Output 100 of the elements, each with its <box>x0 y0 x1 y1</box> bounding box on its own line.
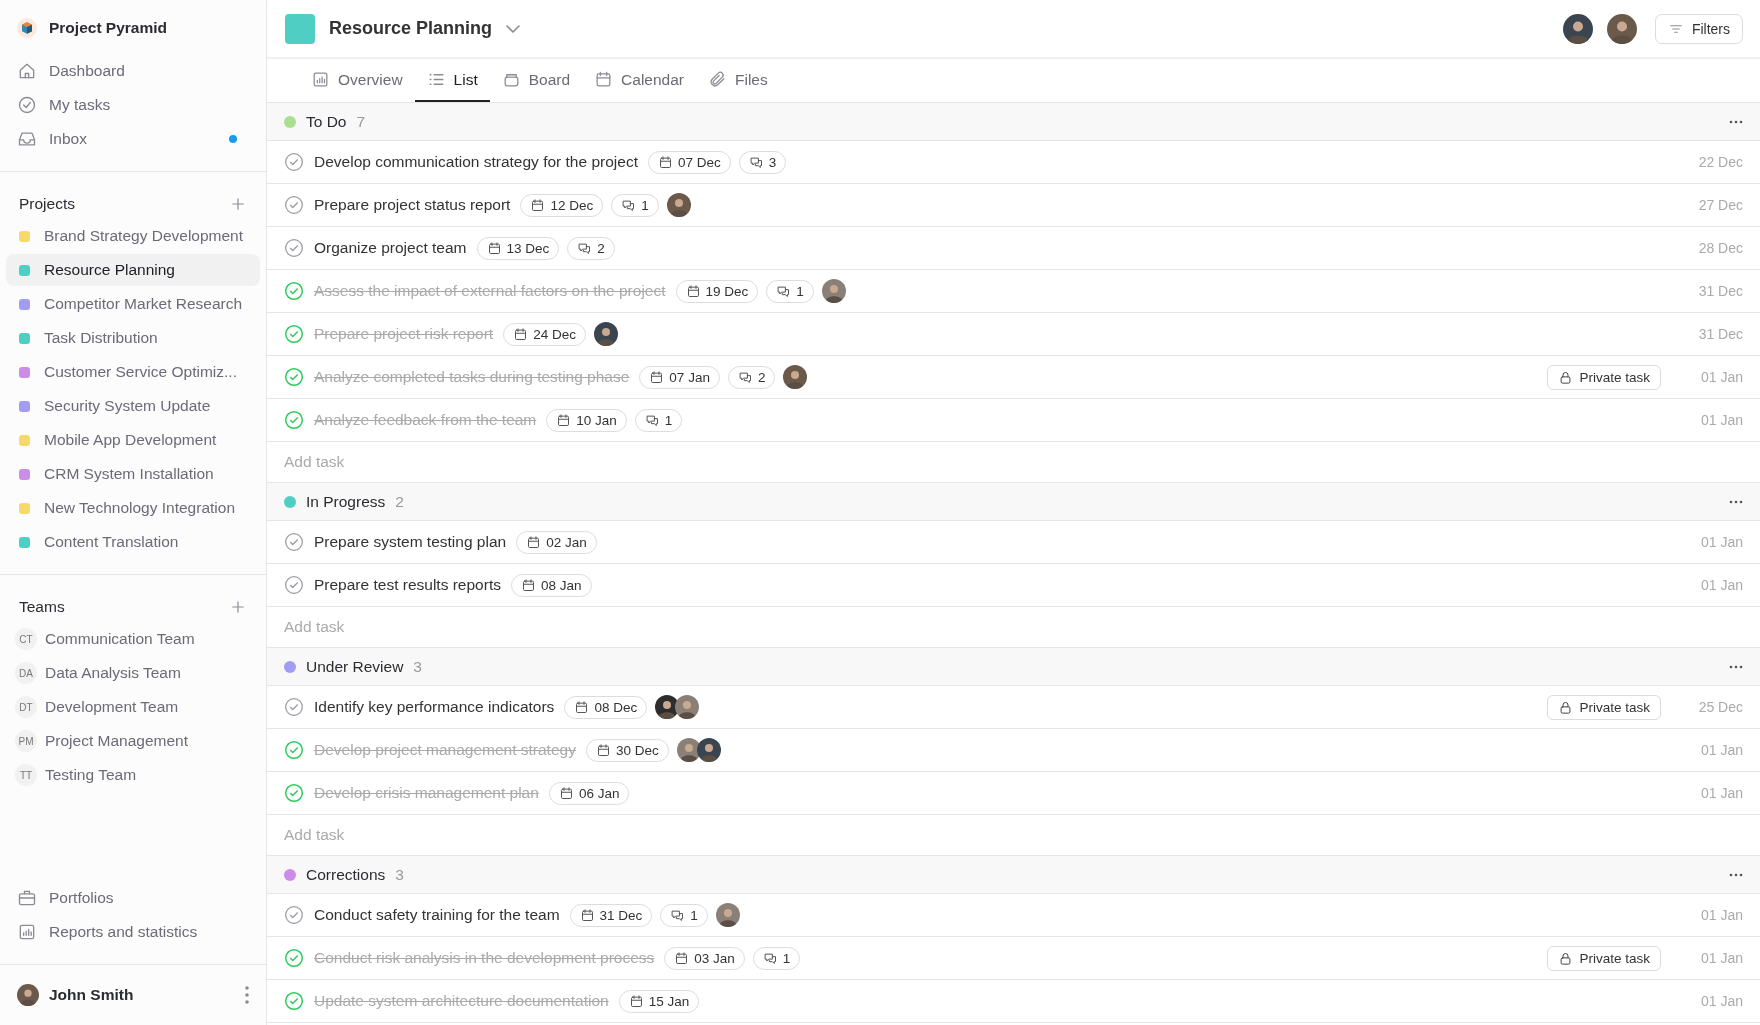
project-item[interactable]: Task Distribution <box>6 322 260 354</box>
checked-circle-icon[interactable] <box>284 948 304 968</box>
task-row[interactable]: Prepare project risk report 24 Dec 31 Dec <box>267 313 1760 356</box>
task-title: Identify key performance indicators <box>314 698 555 716</box>
calendar-icon <box>685 283 701 299</box>
project-title[interactable]: Resource Planning <box>329 18 493 39</box>
task-row[interactable]: Assess the impact of external factors on the project 19 Dec 1 31 Dec <box>267 270 1760 313</box>
private-task-badge: Private task <box>1547 364 1661 390</box>
checked-circle-icon[interactable] <box>284 367 304 387</box>
task-count: 3 <box>395 865 404 884</box>
avatar <box>675 695 700 719</box>
task-row[interactable]: Analyze feedback from the team 10 Jan 1 01 Jan <box>267 399 1760 442</box>
nav-item[interactable]: Dashboard <box>0 54 266 88</box>
more-icon[interactable] <box>1729 872 1743 877</box>
checked-circle-icon[interactable] <box>284 783 304 803</box>
avatar <box>676 738 701 762</box>
group-name: To Do <box>306 112 347 131</box>
calendar-icon <box>574 699 590 715</box>
plus-icon <box>229 195 247 213</box>
team-initials: TT <box>15 764 37 786</box>
checked-circle-icon[interactable] <box>284 281 304 301</box>
calendar-icon <box>579 907 595 923</box>
task-title: Prepare project risk report <box>314 325 494 343</box>
team-item[interactable]: Development Team <box>45 698 179 716</box>
task-title: Update system architecture documentation <box>314 992 609 1010</box>
project-item[interactable]: Customer Service Optimiz... <box>6 356 260 388</box>
task-date: 01 Jan <box>1699 907 1743 923</box>
tab[interactable]: Files <box>696 59 780 102</box>
task-row[interactable]: Conduct risk analysis in the development process 03 Jan 1 Private task 01 Jan <box>267 937 1760 980</box>
lock-icon <box>1558 950 1574 966</box>
task-row[interactable]: Develop crisis management plan 06 Jan 01 Jan <box>267 772 1760 815</box>
project-item[interactable]: Brand Strategy Development <box>6 220 260 252</box>
task-date: 01 Jan <box>1699 534 1743 550</box>
task-title: Conduct safety training for the team <box>314 906 560 924</box>
private-task-badge: Private task <box>1547 945 1661 971</box>
task-row[interactable]: Prepare project status report 12 Dec 1 27 Dec <box>267 184 1760 227</box>
section-title: Teams <box>19 598 65 616</box>
team-item[interactable]: Testing Team <box>45 766 137 784</box>
check-circle-icon[interactable] <box>284 575 304 595</box>
comments-chip: 1 <box>766 279 814 303</box>
check-circle-icon[interactable] <box>284 195 304 215</box>
avatar <box>593 322 618 346</box>
project-item[interactable]: Content Translation <box>6 526 260 558</box>
briefcase-icon <box>17 888 37 908</box>
group-name: In Progress <box>306 492 386 511</box>
check-circle-icon[interactable] <box>284 697 304 717</box>
nav-item[interactable]: Portfolios <box>0 881 266 915</box>
project-item[interactable]: Competitor Market Research <box>6 288 260 320</box>
chart-icon <box>311 70 330 89</box>
team-item[interactable]: Communication Team <box>45 630 195 648</box>
task-row[interactable]: Develop communication strategy for the project 07 Dec 3 22 Dec <box>267 141 1760 184</box>
check-circle-icon[interactable] <box>284 152 304 172</box>
team-item[interactable]: Data Analysis Team <box>45 664 181 682</box>
task-row[interactable]: Identify key performance indicators 08 Dec Private task 25 Dec <box>267 686 1760 729</box>
calendar-icon <box>556 412 572 428</box>
project-item[interactable]: Resource Planning <box>6 254 260 286</box>
tab[interactable]: Overview <box>299 59 415 102</box>
task-row[interactable]: Conduct safety training for the team 31 Dec 1 01 Jan <box>267 894 1760 937</box>
team-item[interactable]: Project Management <box>45 732 189 750</box>
more-icon[interactable] <box>1729 119 1743 124</box>
task-row[interactable]: Analyze completed tasks during testing phase 07 Jan 2 Private task 01 Jan <box>267 356 1760 399</box>
user-name: John Smith <box>49 986 135 1004</box>
project-item[interactable]: Mobile App Development <box>6 424 260 456</box>
task-date: 01 Jan <box>1699 993 1743 1009</box>
task-row[interactable]: Prepare system testing plan 02 Jan 01 Jan <box>267 521 1760 564</box>
project-item[interactable]: CRM System Installation <box>6 458 260 490</box>
calendar-icon <box>513 326 529 342</box>
task-count: 2 <box>395 492 404 511</box>
calendar-icon <box>628 993 644 1009</box>
check-circle-icon[interactable] <box>284 905 304 925</box>
check-circle-icon[interactable] <box>284 238 304 258</box>
tab[interactable]: Board <box>489 59 583 102</box>
tab[interactable]: Calendar <box>582 59 696 102</box>
task-title: Prepare test results reports <box>314 576 501 594</box>
more-icon[interactable] <box>1729 664 1743 669</box>
nav-item[interactable]: Reports and statistics <box>0 915 266 949</box>
task-date: 01 Jan <box>1699 742 1743 758</box>
checked-circle-icon[interactable] <box>284 410 304 430</box>
task-row[interactable]: Update system architecture documentation 15 Jan 01 Jan <box>267 980 1760 1023</box>
task-row[interactable]: Develop project management strategy 30 Dec 01 Jan <box>267 729 1760 772</box>
comments-icon <box>737 369 753 385</box>
checked-circle-icon[interactable] <box>284 740 304 760</box>
task-row[interactable]: Prepare test results reports 08 Jan 01 Jan <box>267 564 1760 607</box>
nav-item[interactable]: Inbox <box>0 122 266 156</box>
check-circle-icon[interactable] <box>284 532 304 552</box>
task-title: Develop project management strategy <box>314 741 576 759</box>
nav-item[interactable]: My tasks <box>0 88 266 122</box>
filters-button[interactable]: Filters <box>1654 13 1743 44</box>
avatar <box>1562 13 1593 44</box>
more-icon[interactable] <box>1729 499 1743 504</box>
project-item[interactable]: New Technology Integration <box>6 492 260 524</box>
avatar <box>696 738 721 762</box>
checked-circle-icon[interactable] <box>284 991 304 1011</box>
task-row[interactable]: Organize project team 13 Dec 2 28 Dec <box>267 227 1760 270</box>
project-item[interactable]: Security System Update <box>6 390 260 422</box>
checked-circle-icon[interactable] <box>284 324 304 344</box>
calendar-icon <box>649 369 665 385</box>
task-title: Analyze completed tasks during testing phase <box>314 368 630 386</box>
team-initials: CT <box>15 628 37 650</box>
task-title: Organize project team <box>314 239 467 257</box>
